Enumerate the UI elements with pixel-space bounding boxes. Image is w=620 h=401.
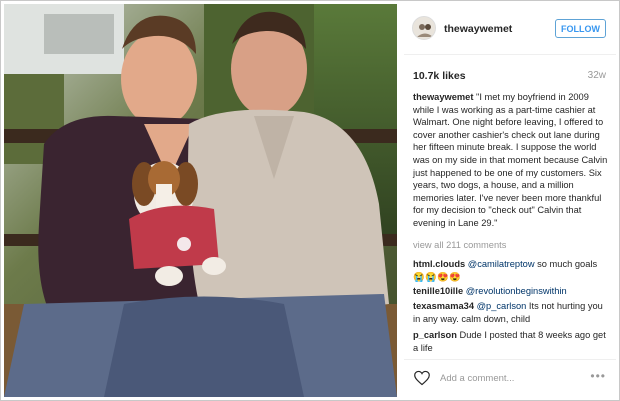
follow-button[interactable]: FOLLOW <box>555 19 606 38</box>
post-username[interactable]: thewaywemet <box>444 23 512 35</box>
comment-mention[interactable]: @p_carlson <box>477 301 527 311</box>
more-options-icon[interactable]: ••• <box>590 369 606 383</box>
avatar[interactable] <box>412 16 436 40</box>
caption-username[interactable]: thewaywemet <box>413 92 473 102</box>
post-photo[interactable] <box>4 4 397 397</box>
view-all-comments-link[interactable]: view all 211 comments <box>413 240 506 250</box>
avatar-image <box>413 17 435 39</box>
comment-text: so much goals <box>534 259 598 269</box>
post-caption: thewaywemet "I met my boyfriend in 2009 … <box>413 91 609 230</box>
add-comment-input[interactable]: Add a comment... <box>440 373 514 384</box>
instagram-post-card: thewaywemet FOLLOW 10.7k likes 32w thewa… <box>0 0 620 401</box>
post-sidebar: thewaywemet FOLLOW 10.7k likes 32w thewa… <box>404 4 616 397</box>
comment: texasmama34 @p_carlson Its not hurting y… <box>413 300 611 325</box>
comment-username[interactable]: texasmama34 <box>413 301 474 311</box>
couple-with-dog-photo <box>4 4 397 397</box>
caption-text: "I met my boyfriend in 2009 while I was … <box>413 92 608 228</box>
comment-mention[interactable]: @revolutionbeginswithin <box>466 286 567 296</box>
comment-mention[interactable]: @camilatreptow <box>468 259 535 269</box>
comment: tenille10ille @revolutionbeginswithin <box>413 285 611 298</box>
comment-emojis: 😭😭😍😍 <box>413 271 462 282</box>
comment: p_carlson Dude I posted that 8 weeks ago… <box>413 329 611 354</box>
likes-count[interactable]: 10.7k likes <box>413 70 466 82</box>
comment: html.clouds @camilatreptow so much goals… <box>413 258 611 283</box>
heart-icon[interactable] <box>413 370 431 386</box>
comment-username[interactable]: p_carlson <box>413 330 457 340</box>
post-timestamp: 32w <box>587 70 606 81</box>
post-footer: Add a comment... ••• <box>404 359 616 398</box>
post-header: thewaywemet FOLLOW <box>404 4 616 55</box>
comment-username[interactable]: tenille10ille <box>413 286 463 296</box>
comment-username[interactable]: html.clouds <box>413 259 465 269</box>
